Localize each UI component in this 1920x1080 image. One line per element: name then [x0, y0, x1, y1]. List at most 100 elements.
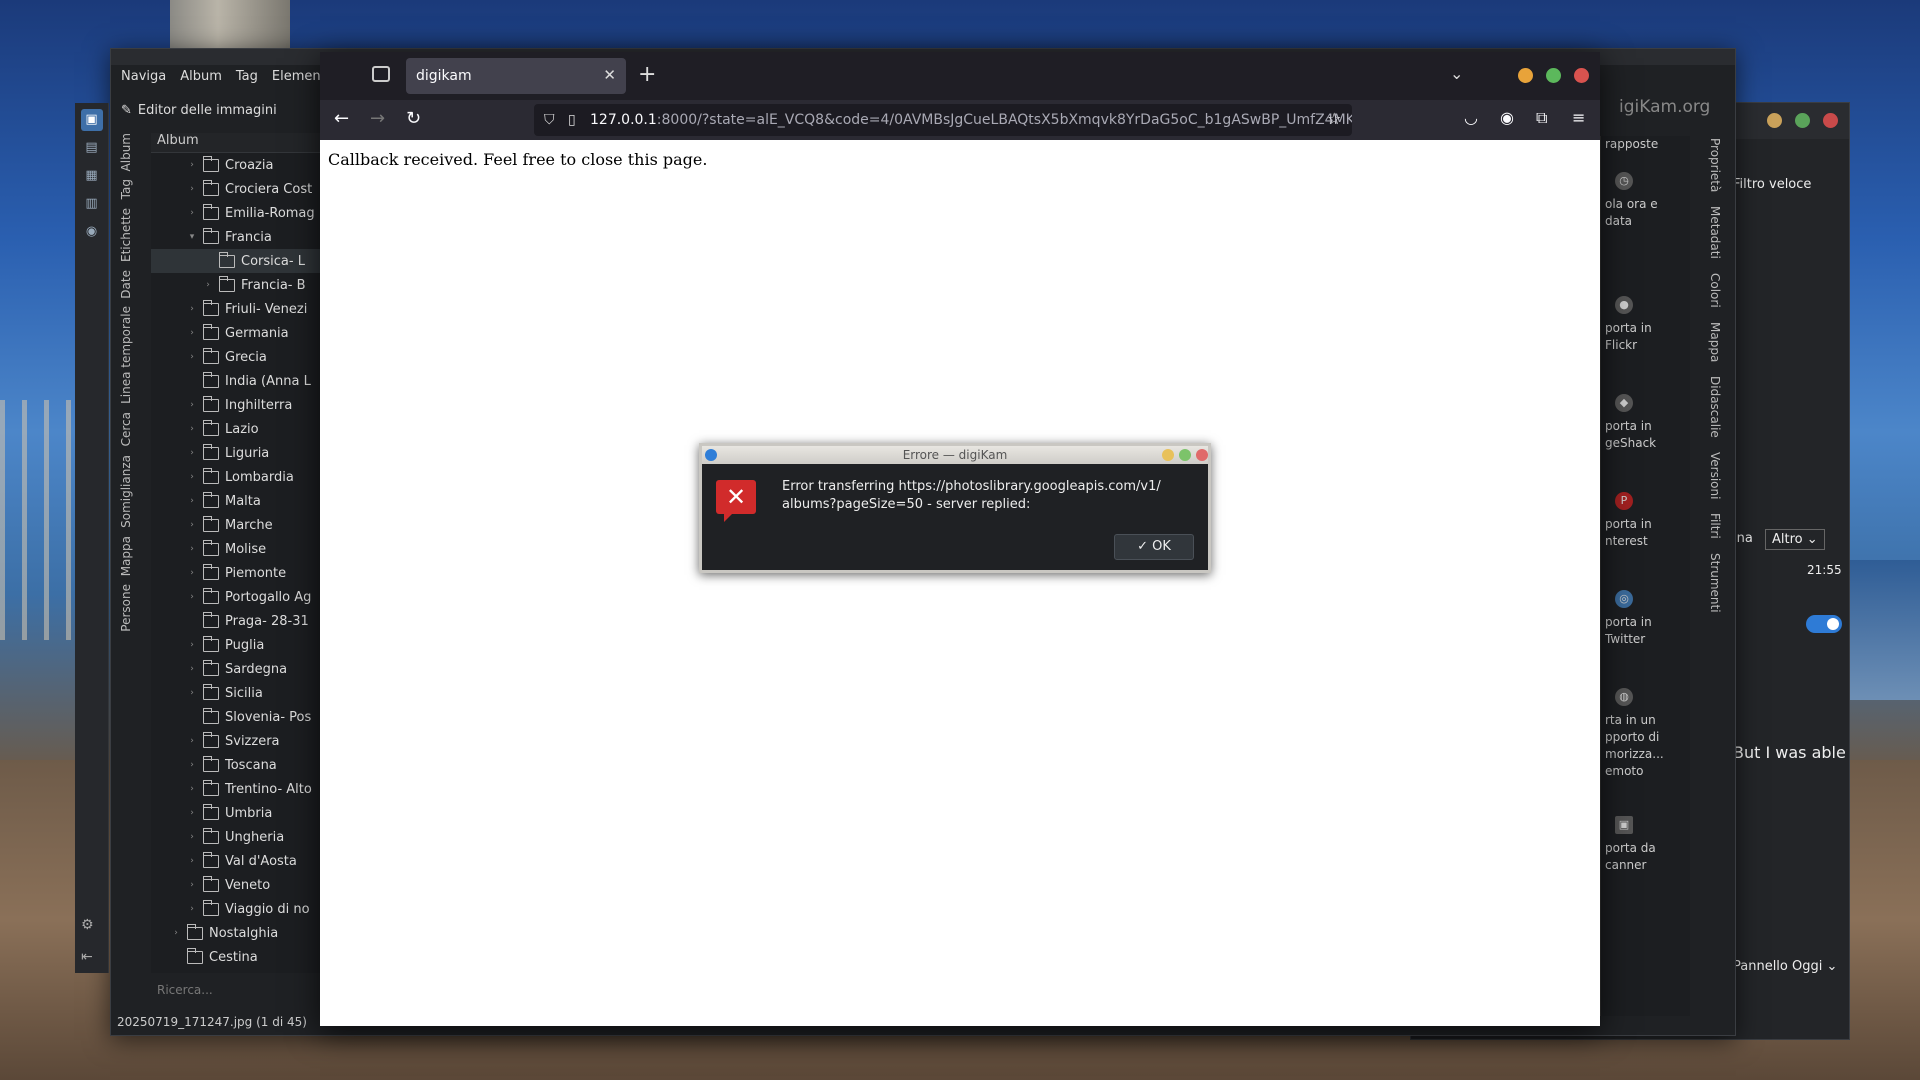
- menu-elementi[interactable]: Elemen: [272, 69, 321, 84]
- right-item-time[interactable]: ◷ ola ora e data: [1605, 172, 1681, 230]
- tab-album[interactable]: Album: [119, 133, 133, 171]
- extensions-icon[interactable]: ⧉: [1536, 108, 1547, 128]
- url-bar[interactable]: ⛉ ▯ 127.0.0.1:8000/?state=alE_VCQ8&code=…: [534, 104, 1352, 136]
- chevron-down-icon[interactable]: ⌄: [1450, 64, 1463, 83]
- altro-dropdown[interactable]: Altro ⌄: [1765, 529, 1825, 550]
- expand-arrow-icon[interactable]: ›: [185, 328, 199, 338]
- dialog-close-button[interactable]: [1196, 449, 1208, 461]
- tab-date[interactable]: Date: [119, 270, 133, 299]
- expand-arrow-icon[interactable]: ›: [185, 760, 199, 770]
- tab-filtri[interactable]: Filtri: [1708, 513, 1722, 539]
- tab-persone[interactable]: Persone: [119, 584, 133, 632]
- expand-arrow-icon[interactable]: ›: [185, 856, 199, 866]
- expand-arrow-icon[interactable]: ›: [185, 784, 199, 794]
- expand-arrow-icon[interactable]: ›: [185, 880, 199, 890]
- expand-arrow-icon[interactable]: ›: [185, 160, 199, 170]
- expand-arrow-icon[interactable]: ›: [185, 640, 199, 650]
- expand-arrow-icon[interactable]: ›: [185, 544, 199, 554]
- clipboard-icon[interactable]: ▥: [81, 193, 103, 215]
- right-item-imageshack[interactable]: ◆ porta in geShack: [1605, 394, 1681, 452]
- expand-arrow-icon[interactable]: ›: [185, 496, 199, 506]
- right-item-scanner[interactable]: ▣ porta da canner: [1605, 816, 1681, 874]
- page-icon[interactable]: ▯: [568, 112, 576, 128]
- account-icon[interactable]: ◉: [1500, 108, 1514, 127]
- toggle-switch[interactable]: [1806, 615, 1842, 633]
- expand-arrow-icon[interactable]: ›: [185, 472, 199, 482]
- menu-tag[interactable]: Tag: [236, 69, 258, 84]
- right-item-flickr[interactable]: ● porta in Flickr: [1605, 296, 1681, 354]
- reload-icon[interactable]: ↻: [406, 108, 421, 129]
- expand-arrow-icon[interactable]: ›: [185, 832, 199, 842]
- minimize-button[interactable]: [1767, 113, 1782, 128]
- expand-arrow-icon[interactable]: ›: [185, 688, 199, 698]
- expand-arrow-icon[interactable]: ›: [185, 664, 199, 674]
- right-item-twitter[interactable]: ◎ porta in Twitter: [1605, 590, 1681, 648]
- expand-arrow-icon[interactable]: ›: [169, 928, 183, 938]
- expand-arrow-icon[interactable]: ›: [185, 352, 199, 362]
- tab-linea-temporale[interactable]: Linea temporale: [119, 306, 133, 404]
- tab-somiglianza[interactable]: Somiglianza: [119, 455, 133, 528]
- expand-arrow-icon[interactable]: ▾: [185, 232, 199, 242]
- expand-arrow-icon[interactable]: ›: [185, 736, 199, 746]
- albums-view-icon[interactable]: ▣: [80, 109, 103, 131]
- new-tab-icon[interactable]: +: [638, 62, 656, 87]
- back-icon[interactable]: ←: [334, 108, 349, 129]
- expand-arrow-icon[interactable]: ›: [185, 568, 199, 578]
- quick-filter-label[interactable]: Filtro veloce: [1733, 177, 1811, 192]
- expand-arrow-icon[interactable]: ›: [185, 520, 199, 530]
- tab-colori[interactable]: Colori: [1708, 273, 1722, 308]
- expand-arrow-icon[interactable]: ›: [185, 448, 199, 458]
- dialog-maximize-button[interactable]: [1179, 449, 1191, 461]
- tab-strumenti[interactable]: Strumenti: [1708, 553, 1722, 613]
- close-button[interactable]: [1574, 68, 1589, 83]
- gear-icon[interactable]: ⚙: [81, 909, 94, 941]
- ok-button[interactable]: ✓ OK: [1114, 534, 1194, 560]
- menu-icon[interactable]: ≡: [1572, 108, 1585, 127]
- tab-tag[interactable]: Tag: [119, 179, 133, 199]
- expand-arrow-icon[interactable]: ›: [185, 184, 199, 194]
- tab-etichette[interactable]: Etichette: [119, 208, 133, 262]
- tab-cerca[interactable]: Cerca: [119, 412, 133, 446]
- today-panel-dropdown[interactable]: Pannello Oggi ⌄: [1733, 959, 1837, 974]
- album-label: Cestina: [209, 949, 258, 965]
- right-item-rapposte[interactable]: rapposte: [1605, 136, 1681, 153]
- tab-didascalie[interactable]: Didascalie: [1708, 376, 1722, 438]
- close-tab-icon[interactable]: ✕: [603, 66, 616, 84]
- collapse-sidebar-icon[interactable]: ⇤: [81, 941, 94, 973]
- menu-naviga[interactable]: Naviga: [121, 69, 166, 84]
- shield-icon[interactable]: ⛉: [544, 112, 555, 128]
- right-item-remote-storage[interactable]: ◍ rta in un pporto di morizza... emoto: [1605, 688, 1681, 780]
- tab-list-icon[interactable]: [372, 66, 390, 82]
- tab-mappa[interactable]: Mappa: [119, 536, 133, 576]
- expand-arrow-icon[interactable]: ›: [201, 280, 215, 290]
- minimize-button[interactable]: [1518, 68, 1533, 83]
- chat-icon[interactable]: ◉: [81, 221, 103, 243]
- expand-arrow-icon[interactable]: ›: [185, 424, 199, 434]
- expand-arrow-icon[interactable]: ›: [185, 400, 199, 410]
- close-button[interactable]: [1823, 113, 1838, 128]
- tab-metadati[interactable]: Metadati: [1708, 206, 1722, 259]
- light-table-icon[interactable]: ▤: [81, 137, 103, 159]
- expand-arrow-icon[interactable]: ›: [185, 808, 199, 818]
- maximize-button[interactable]: [1546, 68, 1561, 83]
- expand-arrow-icon[interactable]: ›: [185, 592, 199, 602]
- right-item-pinterest[interactable]: Pporta in nterest: [1605, 492, 1681, 550]
- expand-arrow-icon[interactable]: ›: [185, 304, 199, 314]
- tab-mappa-right[interactable]: Mappa: [1708, 322, 1722, 362]
- tab-versioni[interactable]: Versioni: [1708, 452, 1722, 499]
- browser-tab[interactable]: digikam ✕: [406, 58, 626, 94]
- album-label: Sardegna: [225, 661, 288, 677]
- tab-proprieta[interactable]: Proprietà: [1708, 138, 1722, 192]
- forward-icon[interactable]: →: [370, 108, 385, 129]
- expand-arrow-icon[interactable]: ›: [185, 208, 199, 218]
- expand-arrow-icon[interactable]: ›: [185, 904, 199, 914]
- image-editor-button[interactable]: Editor delle immagini: [138, 103, 277, 118]
- bookmark-star-icon[interactable]: ☆: [1327, 109, 1341, 128]
- pocket-icon[interactable]: ◡: [1464, 108, 1478, 127]
- menu-album[interactable]: Album: [180, 69, 222, 84]
- dialog-minimize-button[interactable]: [1162, 449, 1174, 461]
- browser-tabbar: digikam ✕ + ⌄: [320, 52, 1600, 100]
- maximize-button[interactable]: [1795, 113, 1810, 128]
- calendar-icon[interactable]: ▦: [81, 165, 103, 187]
- album-label: Grecia: [225, 349, 267, 365]
